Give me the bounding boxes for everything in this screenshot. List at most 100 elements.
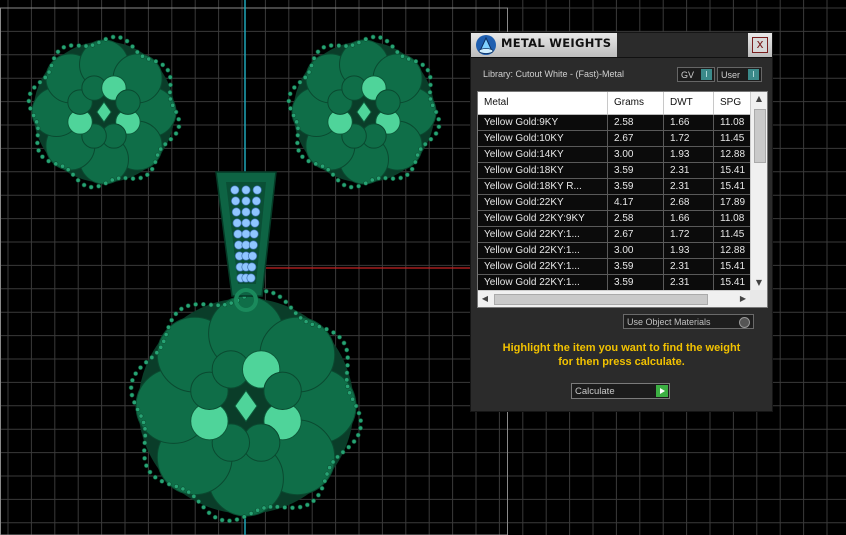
panel-titlebar[interactable]: METAL WEIGHTS x: [471, 33, 772, 58]
cell-grams: 2.58: [608, 115, 664, 130]
cell-dwt: 1.93: [664, 243, 714, 258]
cell-metal: Yellow Gold:18KY: [478, 163, 608, 178]
cell-metal: Yellow Gold 22KY:9KY: [478, 211, 608, 226]
scroll-up-icon[interactable]: ▲: [751, 92, 767, 106]
gv-toggle[interactable]: GV I: [677, 67, 715, 82]
cell-spg: 12.88: [714, 243, 754, 258]
table-row[interactable]: Yellow Gold:22KY 4.17 2.68 17.89: [478, 195, 754, 211]
right-earring: [286, 34, 442, 190]
cell-dwt: 2.31: [664, 275, 714, 290]
radio-icon[interactable]: [739, 317, 750, 328]
cell-grams: 3.00: [608, 243, 664, 258]
gemstone-icon: [252, 185, 262, 195]
instruction-text: Highlight the item you want to find the …: [481, 341, 762, 369]
horizontal-scroll-thumb[interactable]: [494, 294, 708, 305]
gemstone-icon: [241, 196, 251, 206]
cell-dwt: 1.93: [664, 147, 714, 162]
gemstone-icon: [231, 207, 241, 217]
cell-spg: 15.41: [714, 275, 754, 290]
cell-metal: Yellow Gold:10KY: [478, 131, 608, 146]
cell-grams: 2.67: [608, 227, 664, 242]
user-toggle[interactable]: User I: [717, 67, 762, 82]
gemstone-icon: [233, 229, 243, 239]
gemstone-icon: [241, 185, 251, 195]
play-arrow-icon: [656, 385, 668, 397]
cell-dwt: 1.72: [664, 131, 714, 146]
table-row[interactable]: Yellow Gold:9KY 2.58 1.66 11.08: [478, 115, 754, 131]
cell-grams: 3.00: [608, 147, 664, 162]
table-row[interactable]: Yellow Gold 22KY:1... 3.00 1.93 12.88: [478, 243, 754, 259]
cell-spg: 15.41: [714, 163, 754, 178]
cell-dwt: 2.31: [664, 259, 714, 274]
table-row[interactable]: Yellow Gold 22KY:1... 2.67 1.72 11.45: [478, 227, 754, 243]
user-toggle-indicator: I: [748, 69, 759, 80]
column-header-spg[interactable]: SPG: [714, 92, 754, 114]
instruction-line: for then press calculate.: [558, 356, 685, 368]
cell-metal: Yellow Gold:22KY: [478, 195, 608, 210]
table-row[interactable]: Yellow Gold:10KY 2.67 1.72 11.45: [478, 131, 754, 147]
column-header-metal[interactable]: Metal: [478, 92, 608, 114]
cell-dwt: 2.68: [664, 195, 714, 210]
scroll-down-icon[interactable]: ▼: [751, 276, 767, 290]
cell-spg: 11.08: [714, 211, 754, 226]
gemstone-icon: [241, 207, 251, 217]
cell-grams: 3.59: [608, 259, 664, 274]
gemstone-icon: [249, 229, 259, 239]
cell-spg: 15.41: [714, 259, 754, 274]
scroll-right-icon[interactable]: ▶: [736, 291, 750, 307]
use-object-materials-label: Use Object Materials: [627, 317, 711, 327]
cell-grams: 4.17: [608, 195, 664, 210]
table-row[interactable]: Yellow Gold:18KY R... 3.59 2.31 15.41: [478, 179, 754, 195]
library-label: Library: Cutout White - (Fast)-Metal: [483, 69, 625, 79]
calculate-label: Calculate: [575, 386, 615, 397]
table-row[interactable]: Yellow Gold:18KY 3.59 2.31 15.41: [478, 163, 754, 179]
column-header-dwt[interactable]: DWT: [664, 92, 714, 114]
cell-spg: 11.45: [714, 131, 754, 146]
cell-grams: 2.67: [608, 131, 664, 146]
cell-spg: 11.45: [714, 227, 754, 242]
cell-metal: Yellow Gold 22KY:1...: [478, 259, 608, 274]
cell-dwt: 2.31: [664, 179, 714, 194]
cell-metal: Yellow Gold 22KY:1...: [478, 243, 608, 258]
gv-toggle-indicator: I: [701, 69, 712, 80]
gemstone-icon: [251, 196, 261, 206]
calculate-button[interactable]: Calculate: [571, 383, 670, 399]
table-row[interactable]: Yellow Gold 22KY:1... 3.59 2.31 15.41: [478, 275, 754, 291]
gv-toggle-label: GV: [681, 70, 695, 80]
gemstone-icon: [232, 218, 242, 228]
table-header: Metal Grams DWT SPG: [478, 92, 754, 115]
table-row[interactable]: Yellow Gold 22KY:9KY 2.58 1.66 11.08: [478, 211, 754, 227]
cell-dwt: 1.66: [664, 211, 714, 226]
column-header-grams[interactable]: Grams: [608, 92, 664, 114]
app-logo-icon: [476, 35, 496, 55]
cell-dwt: 1.72: [664, 227, 714, 242]
cell-spg: 12.88: [714, 147, 754, 162]
gemstone-icon: [250, 218, 260, 228]
gemstone-icon: [248, 251, 258, 261]
use-object-materials-option[interactable]: Use Object Materials: [623, 314, 754, 329]
table-row[interactable]: Yellow Gold:14KY 3.00 1.93 12.88: [478, 147, 754, 163]
cell-grams: 2.58: [608, 211, 664, 226]
cell-spg: 17.89: [714, 195, 754, 210]
cell-metal: Yellow Gold 22KY:1...: [478, 227, 608, 242]
cell-dwt: 1.66: [664, 115, 714, 130]
scroll-left-icon[interactable]: ◀: [478, 291, 492, 307]
vertical-scrollbar[interactable]: ▲ ▼: [750, 92, 767, 290]
gemstone-icon: [248, 240, 258, 250]
cell-spg: 11.08: [714, 115, 754, 130]
gemstone-icon: [251, 207, 261, 217]
close-button[interactable]: x: [752, 37, 768, 53]
instruction-line: Highlight the item you want to find the …: [502, 342, 741, 354]
panel-title: METAL WEIGHTS: [501, 36, 612, 50]
cell-grams: 3.59: [608, 275, 664, 290]
vertical-scroll-thumb[interactable]: [754, 109, 766, 163]
gemstone-icon: [230, 185, 240, 195]
table-row[interactable]: Yellow Gold 22KY:1... 3.59 2.31 15.41: [478, 259, 754, 275]
cell-metal: Yellow Gold 22KY:1...: [478, 275, 608, 290]
gemstone-icon: [246, 273, 256, 283]
cell-grams: 3.59: [608, 179, 664, 194]
horizontal-scrollbar[interactable]: ◀ ▶: [478, 290, 750, 307]
cell-metal: Yellow Gold:9KY: [478, 115, 608, 130]
cell-dwt: 2.31: [664, 163, 714, 178]
cell-metal: Yellow Gold:18KY R...: [478, 179, 608, 194]
